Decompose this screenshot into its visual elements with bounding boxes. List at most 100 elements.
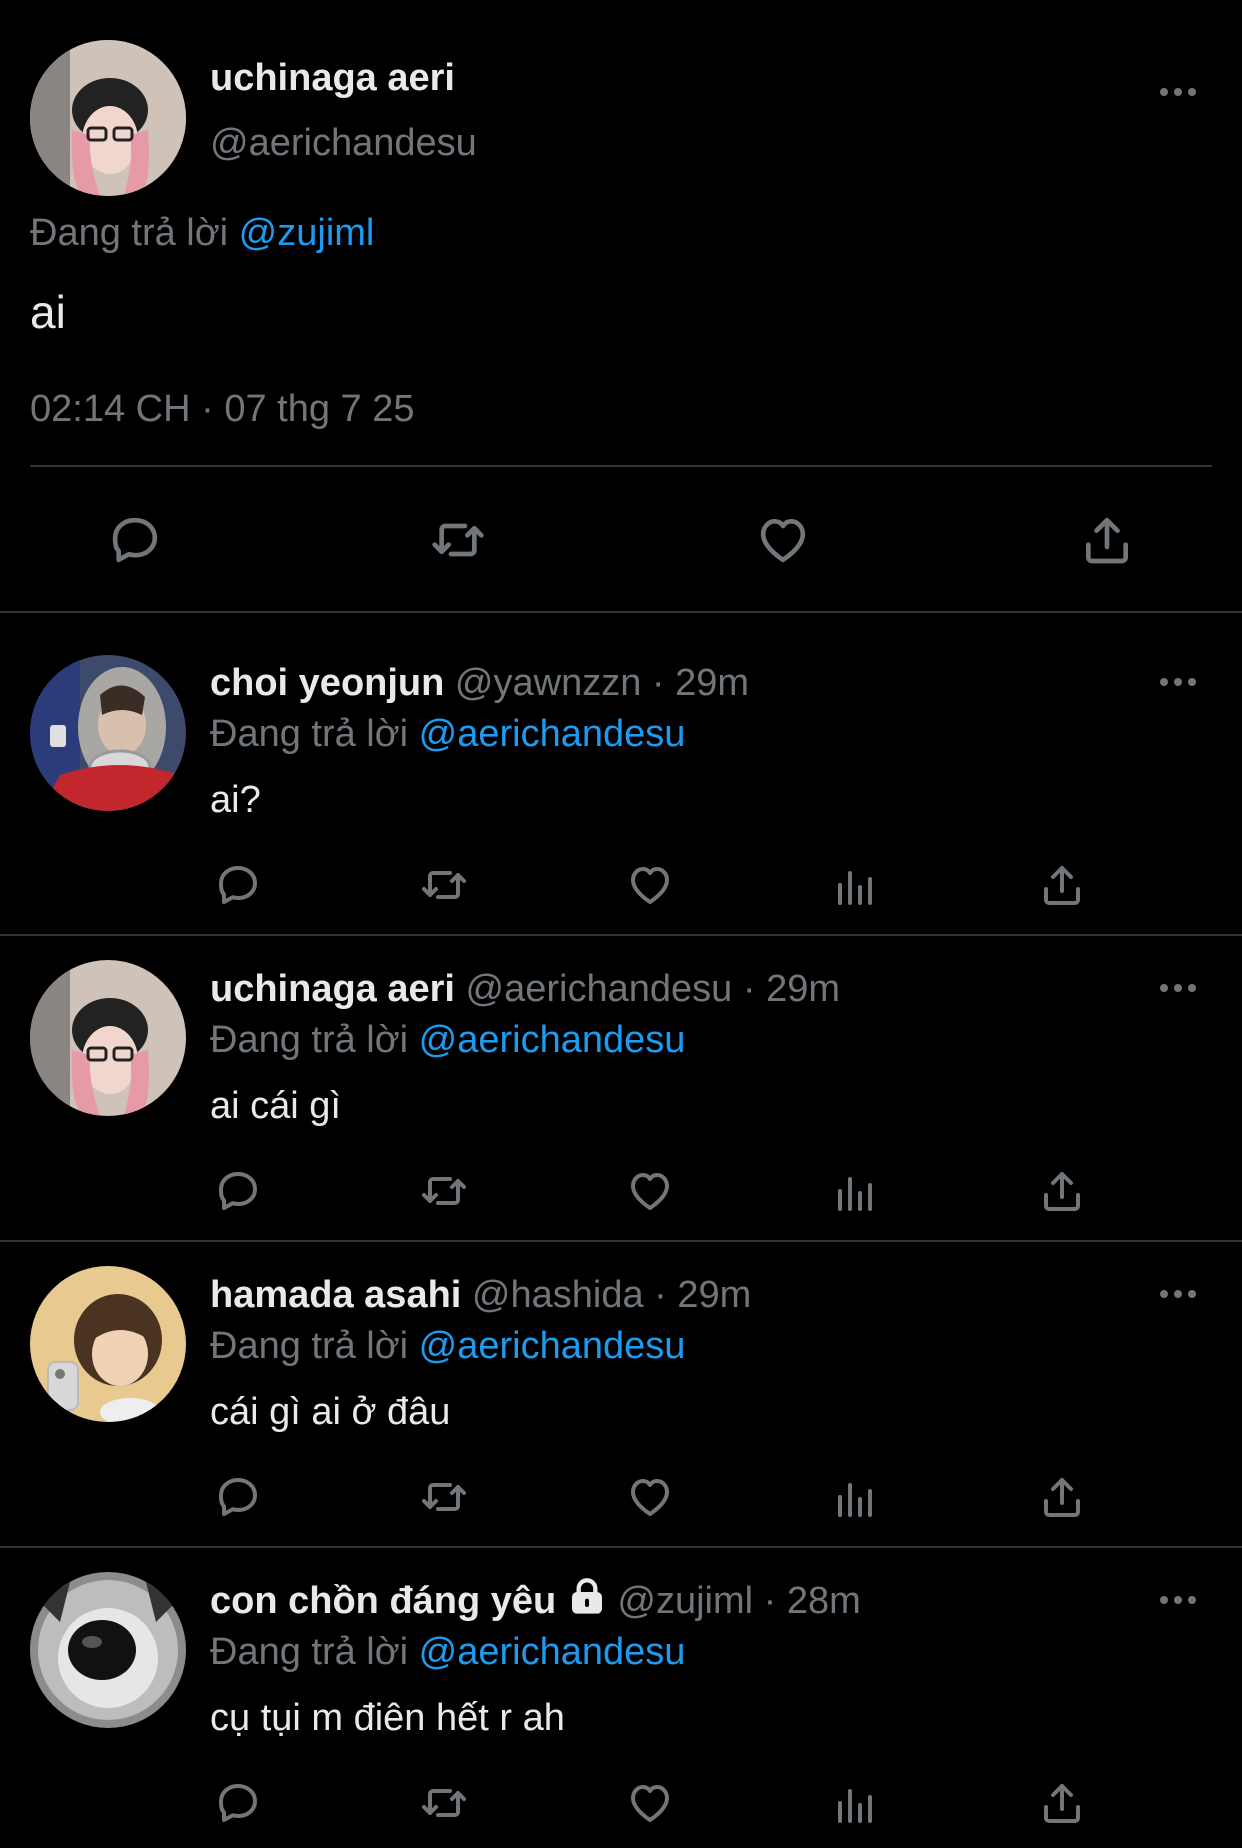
mention-link[interactable]: @aerichandesu bbox=[419, 1019, 686, 1061]
more-options-button[interactable] bbox=[1148, 1580, 1208, 1620]
divider bbox=[0, 611, 1242, 613]
tweet-text: ai? bbox=[210, 779, 261, 821]
inner-divider bbox=[30, 465, 1212, 467]
like-icon bbox=[631, 1785, 669, 1822]
replying-prefix: Đang trả lời bbox=[210, 1019, 409, 1061]
views-icon bbox=[838, 871, 872, 905]
replying-to: Đang trả lời @aerichandesu bbox=[210, 1628, 685, 1676]
share-button[interactable] bbox=[1034, 860, 1090, 910]
reply-icon bbox=[219, 1172, 257, 1210]
date: 07 thg 7 25 bbox=[224, 388, 415, 430]
display-name[interactable]: choi yeonjun bbox=[210, 662, 444, 704]
retweet-button[interactable] bbox=[414, 860, 474, 910]
share-button[interactable] bbox=[1034, 1166, 1090, 1216]
retweet-icon bbox=[422, 1177, 466, 1205]
handle[interactable]: @aerichandesu bbox=[210, 118, 477, 168]
views-button[interactable] bbox=[828, 1778, 884, 1828]
more-icon bbox=[1160, 1290, 1168, 1298]
lock-icon bbox=[571, 1578, 602, 1614]
like-button[interactable] bbox=[622, 1778, 678, 1828]
retweet-button[interactable] bbox=[414, 1778, 474, 1828]
replying-to: Đang trả lời @aerichandesu bbox=[210, 1322, 685, 1370]
time[interactable]: 29m bbox=[677, 1274, 751, 1316]
replying-to: Đang trả lời @aerichandesu bbox=[210, 1016, 685, 1064]
reply-button[interactable] bbox=[100, 508, 170, 572]
retweet-icon bbox=[422, 1483, 466, 1511]
reply-button[interactable] bbox=[210, 1472, 266, 1522]
views-button[interactable] bbox=[828, 1166, 884, 1216]
reply-button[interactable] bbox=[210, 860, 266, 910]
handle[interactable]: @zujiml bbox=[617, 1580, 753, 1622]
avatar[interactable] bbox=[30, 960, 186, 1116]
display-name[interactable]: uchinaga aeri bbox=[210, 968, 455, 1010]
more-options-button[interactable] bbox=[1148, 1274, 1208, 1314]
share-icon bbox=[1044, 866, 1080, 905]
mention-link[interactable]: @aerichandesu bbox=[419, 713, 686, 755]
share-icon bbox=[1044, 1478, 1080, 1517]
more-options-button[interactable] bbox=[1148, 72, 1208, 112]
views-button[interactable] bbox=[828, 860, 884, 910]
share-icon bbox=[1086, 517, 1128, 564]
handle[interactable]: @aerichandesu bbox=[466, 968, 733, 1010]
replying-prefix: Đang trả lời bbox=[210, 1325, 409, 1367]
like-icon bbox=[631, 867, 669, 904]
divider bbox=[0, 1240, 1242, 1242]
divider bbox=[0, 934, 1242, 936]
share-icon bbox=[1044, 1172, 1080, 1211]
avatar[interactable] bbox=[30, 1572, 186, 1728]
avatar[interactable] bbox=[30, 655, 186, 811]
reply-header: hamada asahi @hashida · 29m bbox=[210, 1274, 752, 1316]
retweet-icon bbox=[422, 1789, 466, 1817]
reply-icon bbox=[219, 1784, 257, 1822]
reply-button[interactable] bbox=[210, 1166, 266, 1216]
share-button[interactable] bbox=[1072, 508, 1142, 572]
more-icon bbox=[1160, 1596, 1168, 1604]
separator: · bbox=[201, 388, 214, 430]
reply-button[interactable] bbox=[210, 1778, 266, 1828]
like-button[interactable] bbox=[622, 1166, 678, 1216]
views-icon bbox=[838, 1483, 872, 1517]
like-icon bbox=[631, 1479, 669, 1516]
reply-header: uchinaga aeri @aerichandesu · 29m bbox=[210, 968, 840, 1010]
reply-header: choi yeonjun @yawnzzn · 29m bbox=[210, 662, 750, 704]
reply-icon bbox=[112, 517, 158, 563]
share-button[interactable] bbox=[1034, 1472, 1090, 1522]
mention-link[interactable]: @zujiml bbox=[239, 212, 375, 254]
mention-link[interactable]: @aerichandesu bbox=[419, 1631, 686, 1673]
like-button[interactable] bbox=[622, 860, 678, 910]
more-icon bbox=[1160, 984, 1168, 992]
handle[interactable]: @yawnzzn bbox=[455, 662, 641, 704]
replying-prefix: Đang trả lời bbox=[210, 713, 409, 755]
time[interactable]: 29m bbox=[675, 662, 749, 704]
time[interactable]: 29m bbox=[766, 968, 840, 1010]
display-name[interactable]: con chồn đáng yêu bbox=[210, 1580, 556, 1622]
time[interactable]: 28m bbox=[787, 1580, 861, 1622]
retweet-button[interactable] bbox=[420, 508, 496, 572]
replying-prefix: Đang trả lời bbox=[210, 1631, 409, 1673]
avatar[interactable] bbox=[30, 40, 186, 196]
more-options-button[interactable] bbox=[1148, 662, 1208, 702]
divider bbox=[0, 1546, 1242, 1548]
retweet-icon bbox=[422, 871, 466, 899]
like-button[interactable] bbox=[622, 1472, 678, 1522]
avatar[interactable] bbox=[30, 1266, 186, 1422]
retweet-icon bbox=[432, 523, 484, 557]
views-icon bbox=[838, 1789, 872, 1823]
views-button[interactable] bbox=[828, 1472, 884, 1522]
retweet-button[interactable] bbox=[414, 1472, 474, 1522]
tweet-text: cụ tụi m điên hết r ah bbox=[210, 1697, 565, 1739]
mention-link[interactable]: @aerichandesu bbox=[419, 1325, 686, 1367]
replying-prefix: Đang trả lời bbox=[30, 212, 229, 254]
like-icon bbox=[760, 519, 806, 563]
timestamp[interactable]: 02:14 CH · 07 thg 7 25 bbox=[30, 384, 415, 434]
share-icon bbox=[1044, 1784, 1080, 1823]
more-options-button[interactable] bbox=[1148, 968, 1208, 1008]
display-name[interactable]: hamada asahi bbox=[210, 1274, 461, 1316]
share-button[interactable] bbox=[1034, 1778, 1090, 1828]
more-icon bbox=[1160, 88, 1168, 96]
retweet-button[interactable] bbox=[414, 1166, 474, 1216]
tweet-text: ai bbox=[30, 286, 66, 338]
handle[interactable]: @hashida bbox=[472, 1274, 644, 1316]
display-name[interactable]: uchinaga aeri bbox=[210, 50, 455, 106]
like-button[interactable] bbox=[748, 508, 818, 572]
